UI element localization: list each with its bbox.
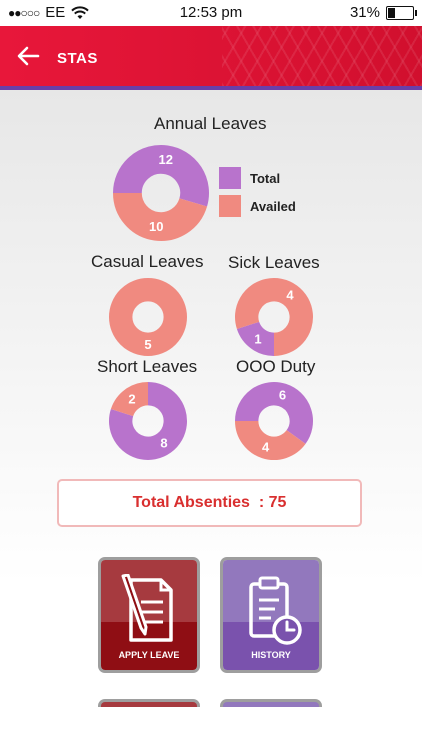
apply-leave-button[interactable]: APPLY LEAVE [98, 557, 200, 673]
sick-leaves-chart: 14 [235, 278, 313, 356]
clipboard-clock-icon [249, 576, 302, 645]
short-leaves-chart: 82 [109, 382, 187, 460]
short-leaves-label-availed: 2 [128, 391, 135, 406]
legend-availed-swatch [219, 195, 241, 217]
ooo-duty-label-total: 6 [279, 388, 286, 403]
short-leaves-label-total: 8 [160, 436, 167, 451]
legend-availed: Availed [219, 195, 296, 217]
sick-leaves-title: Sick Leaves [228, 253, 320, 272]
annual-leaves-title: Annual Leaves [154, 114, 267, 133]
document-pen-icon [121, 574, 173, 642]
casual-leaves-label-availed: 5 [144, 337, 151, 352]
short-leaves-title: Short Leaves [97, 357, 198, 376]
battery-percentage: 31% [349, 4, 380, 21]
next-tile-right[interactable] [220, 699, 322, 707]
battery-icon [386, 5, 417, 20]
page-title: STAS [57, 50, 98, 67]
legend-total: Total [219, 167, 280, 189]
total-absenties-text: Total Absenties : 75 [132, 494, 287, 511]
ooo-duty-label-availed: 4 [262, 439, 270, 454]
header-pattern [222, 26, 422, 86]
annual-leaves-label-availed: 10 [149, 219, 163, 234]
status-bar: ●●○○○ EE 12:53 pm 31% [0, 0, 422, 26]
ooo-duty-title: OOO Duty [236, 357, 316, 376]
stats-content [0, 90, 422, 707]
apply-leave-label: APPLY LEAVE [118, 650, 180, 660]
sick-leaves-label-total: 1 [254, 332, 261, 347]
legend-total-swatch [219, 167, 241, 189]
history-button[interactable]: HISTORY [220, 557, 322, 673]
annual-leaves-label-total: 12 [159, 152, 173, 167]
back-arrow-icon[interactable] [14, 42, 42, 70]
sick-leaves-label-availed: 4 [286, 287, 294, 302]
total-absenties-card: Total Absenties : 75 [57, 479, 362, 527]
history-label: HISTORY [251, 650, 291, 660]
legend-total-label: Total [250, 170, 281, 186]
ooo-duty-slice-availed [235, 420, 306, 460]
ooo-duty-chart: 64 [235, 382, 313, 460]
casual-leaves-chart: 5 [109, 278, 187, 356]
bottom-area [0, 707, 422, 750]
casual-leaves-title: Casual Leaves [91, 252, 204, 271]
annual-leaves-chart: 12 10 [113, 145, 209, 241]
legend-availed-label: Availed [250, 198, 296, 214]
app-header: STAS [0, 26, 422, 90]
next-tile-left[interactable] [98, 699, 200, 707]
